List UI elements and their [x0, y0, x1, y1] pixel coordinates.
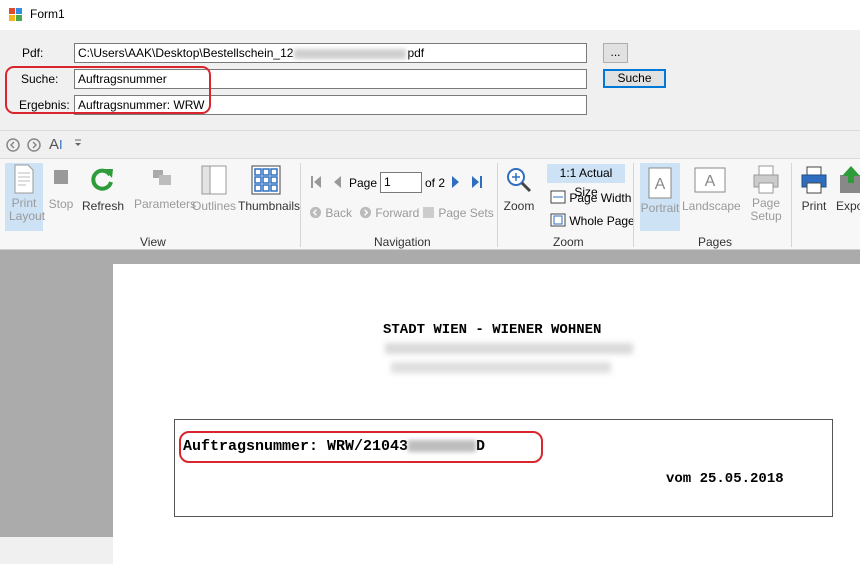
- actual-size-button[interactable]: 1:1 Actual Size: [547, 164, 625, 199]
- portrait-button[interactable]: A Portrait: [640, 163, 680, 231]
- report-page: STADT WIEN - WIENER WOHNEN Auftragsnumme…: [113, 264, 860, 564]
- page-setup-button[interactable]: Page Setup: [747, 165, 785, 223]
- redacted-address-line: [385, 343, 633, 354]
- search-button[interactable]: Suche: [603, 69, 666, 88]
- page-sets-label: Page Sets: [438, 206, 494, 220]
- svg-text:A: A: [655, 176, 666, 193]
- redacted-phone-line: [391, 362, 611, 373]
- ribbon-separator: [791, 163, 792, 247]
- ribbon-separator: [300, 163, 301, 247]
- magnifier-icon: [507, 168, 532, 193]
- stop-icon: [54, 170, 68, 184]
- parameters-label: Parameters: [134, 197, 197, 211]
- refresh-label: Refresh: [82, 199, 125, 213]
- window-title: Form1: [30, 7, 65, 21]
- portrait-icon: A: [648, 167, 672, 199]
- landscape-label: Landscape: [682, 199, 741, 213]
- print-layout-button[interactable]: Print Layout: [5, 163, 46, 231]
- refresh-button[interactable]: Refresh: [82, 165, 125, 213]
- previous-page-icon[interactable]: [332, 175, 342, 192]
- page-width-icon: [550, 190, 566, 204]
- page-setup-label: Page Setup: [750, 196, 782, 223]
- highlight-annotation: [179, 431, 543, 463]
- forward-label: Forward: [375, 206, 420, 220]
- find-text-icon[interactable]: AI: [49, 136, 63, 153]
- form-icon: [9, 8, 23, 21]
- redacted-blur: [294, 48, 407, 59]
- thumbnails-label: Thumbnails: [238, 199, 301, 213]
- page-count: of 2: [425, 176, 446, 190]
- view-group-label: View: [140, 235, 166, 249]
- export-label: Expo: [836, 199, 860, 213]
- thumbnails-button[interactable]: Thumbnails: [238, 165, 301, 213]
- page-sets-button[interactable]: Page Sets: [422, 206, 494, 220]
- browse-button[interactable]: ...: [603, 43, 628, 63]
- report-viewer[interactable]: STADT WIEN - WIENER WOHNEN Auftragsnumme…: [0, 250, 860, 564]
- report-mini-toolbar: AI: [0, 130, 860, 158]
- parameters-button[interactable]: Parameters: [134, 169, 197, 211]
- pdf-path-end: pdf: [407, 46, 425, 60]
- page-width-label: Page Width: [569, 191, 632, 205]
- print-button[interactable]: Print: [797, 165, 831, 213]
- whole-page-icon: [550, 213, 566, 227]
- forward-arrow-icon: [359, 206, 372, 219]
- stop-label: Stop: [48, 197, 74, 211]
- title-bar: Form1: [0, 0, 860, 30]
- thumbnails-icon: [251, 165, 281, 195]
- pdf-label: Pdf:: [22, 46, 44, 60]
- page-setup-icon: [753, 165, 779, 194]
- landscape-icon: A: [694, 167, 726, 193]
- refresh-icon: [91, 168, 113, 191]
- ribbon-separator: [497, 163, 498, 247]
- print-layout-icon: [14, 164, 34, 194]
- navigation-group-label: Navigation: [374, 235, 431, 249]
- pdf-path-start: C:\Users\AAK\Desktop\Bestellschein_12: [78, 46, 294, 60]
- zoom-button[interactable]: Zoom: [502, 165, 536, 213]
- outlines-label: Outlines: [192, 199, 237, 213]
- whole-page-label: Whole Page: [569, 214, 635, 228]
- pages-group-label: Pages: [698, 235, 733, 249]
- export-button[interactable]: Expo: [834, 165, 860, 213]
- zoom-label: Zoom: [503, 199, 535, 213]
- order-date: vom 25.05.2018: [666, 471, 784, 487]
- print-label: Print: [801, 199, 827, 213]
- zoom-group-label: Zoom: [553, 235, 584, 249]
- parameters-icon: [153, 170, 171, 185]
- whole-page-button[interactable]: Whole Page: [550, 213, 635, 228]
- next-page-icon[interactable]: [451, 175, 461, 192]
- page-width-button[interactable]: Page Width: [550, 190, 631, 205]
- ribbon-separator: [633, 163, 634, 247]
- outlines-icon: [201, 165, 227, 195]
- forward-button[interactable]: Forward: [359, 206, 419, 220]
- print-layout-label: Print Layout: [9, 196, 46, 223]
- report-ribbon: Print Layout Stop Refresh Parameters Out…: [0, 158, 860, 250]
- printer-icon: [801, 166, 827, 194]
- back-label: Back: [325, 206, 353, 220]
- page-number-input[interactable]: 1: [380, 172, 422, 193]
- last-page-icon[interactable]: [471, 175, 483, 192]
- outlines-button[interactable]: Outlines: [192, 165, 236, 213]
- forward-circle-icon[interactable]: [27, 138, 41, 155]
- first-page-icon[interactable]: [310, 175, 322, 192]
- back-arrow-icon: [309, 206, 322, 219]
- page-label: Page: [349, 176, 378, 190]
- pdf-path-input[interactable]: C:\Users\AAK\Desktop\Bestellschein_12 pdf: [74, 43, 587, 63]
- landscape-button[interactable]: A Landscape: [682, 167, 741, 213]
- document-title: STADT WIEN - WIENER WOHNEN: [383, 322, 602, 338]
- svg-text:A: A: [705, 173, 716, 190]
- search-form: Pdf: C:\Users\AAK\Desktop\Bestellschein_…: [0, 30, 860, 130]
- portrait-label: Portrait: [640, 201, 680, 215]
- export-icon: [840, 166, 860, 193]
- page-sets-icon: [423, 207, 434, 218]
- back-button[interactable]: Back: [309, 206, 352, 220]
- back-circle-icon[interactable]: [6, 138, 20, 155]
- dropdown-chevron-icon[interactable]: [74, 137, 82, 151]
- highlight-annotation: [5, 66, 211, 114]
- stop-button[interactable]: Stop: [47, 169, 75, 211]
